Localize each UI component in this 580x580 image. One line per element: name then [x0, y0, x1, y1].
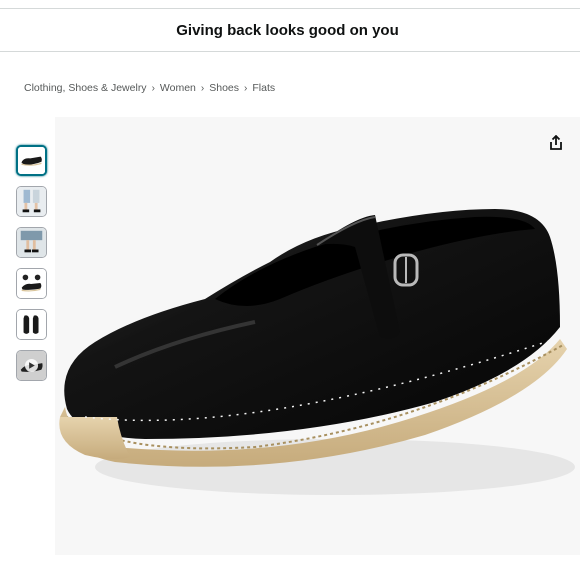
thumbnail-1[interactable] — [16, 145, 47, 176]
thumbnail-4[interactable] — [16, 268, 47, 299]
model-legs-shoes-thumbnail-icon — [17, 228, 46, 257]
thumbnail-5[interactable] — [16, 309, 47, 340]
share-button[interactable] — [544, 131, 568, 155]
breadcrumb-shoes[interactable]: Shoes — [209, 82, 239, 94]
breadcrumb-separator: › — [244, 82, 248, 94]
product-main-image[interactable] — [55, 117, 580, 555]
shoe-image — [59, 209, 575, 495]
breadcrumb-women[interactable]: Women — [160, 82, 196, 94]
share-icon — [550, 135, 562, 150]
breadcrumb-clothing[interactable]: Clothing, Shoes & Jewelry — [24, 82, 147, 94]
thumbnail-strip — [16, 145, 52, 391]
thumbnail-6[interactable] — [16, 350, 47, 381]
breadcrumb-flats[interactable]: Flats — [252, 82, 275, 94]
black-flat-shoe-thumbnail-icon — [18, 147, 45, 174]
shoe-pair-thumbnail-icon — [17, 310, 46, 339]
breadcrumb: Clothing, Shoes & Jewelry › Women › Shoe… — [24, 82, 275, 94]
breadcrumb-separator: › — [200, 82, 205, 94]
video-thumbnail-icon — [17, 351, 46, 380]
thumbnail-3[interactable] — [16, 227, 47, 258]
shoe-details-thumbnail-icon — [17, 269, 46, 298]
promo-banner[interactable]: Giving back looks good on you — [0, 8, 580, 52]
model-wearing-shoes-thumbnail-icon — [17, 187, 46, 216]
breadcrumb-separator: › — [151, 82, 155, 94]
thumbnail-2[interactable] — [16, 186, 47, 217]
promo-banner-text: Giving back looks good on you — [176, 21, 399, 39]
